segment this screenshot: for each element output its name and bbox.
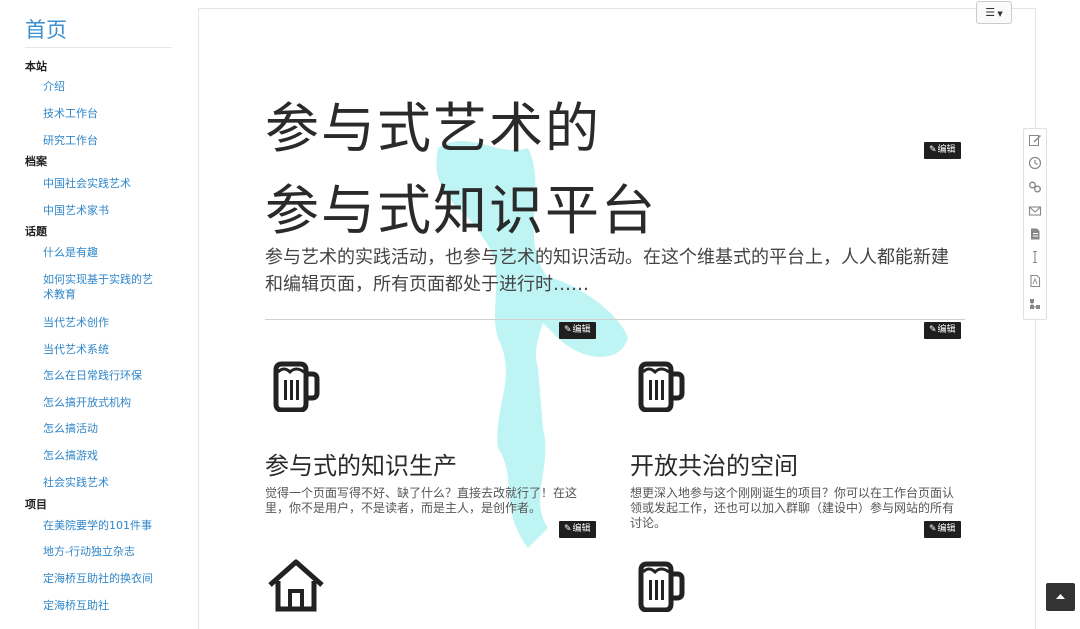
- edit-button[interactable]: ✎编辑: [924, 322, 961, 339]
- edit-label: 编辑: [937, 524, 956, 534]
- sidebar-item-dinghaiqiao-clothes-room[interactable]: 定海桥互助社的换衣间: [43, 571, 163, 586]
- edit-label: 编辑: [572, 325, 591, 335]
- chevron-up-icon: [1056, 594, 1065, 599]
- edit-label: 编辑: [572, 524, 591, 534]
- sidebar-item-daily-environment[interactable]: 怎么在日常践行环保: [43, 368, 163, 383]
- sidebar-item-intro[interactable]: 介绍: [43, 79, 163, 94]
- hero-title-line2: 参与式知识平台: [265, 179, 657, 242]
- scroll-to-top-button[interactable]: [1046, 583, 1075, 611]
- sidebar-item-contemporary-creation[interactable]: 当代艺术创作: [43, 315, 163, 330]
- hero-description: 参与艺术的实践活动，也参与艺术的知识活动。在这个维基式的平台上，人人都能新建和编…: [265, 247, 949, 295]
- edit-icon[interactable]: [1028, 133, 1042, 147]
- sidebar: 首页 本站 介绍 技术工作台 研究工作台 档案 中国社会实践艺术 中国艺术家书 …: [0, 0, 190, 620]
- sidebar-item-tech-workbench[interactable]: 技术工作台: [43, 106, 163, 121]
- history-icon[interactable]: [1028, 156, 1042, 170]
- pdf-icon[interactable]: [1028, 274, 1042, 288]
- sidebar-home-link[interactable]: 首页: [25, 14, 67, 44]
- hero-title-line1: 参与式艺术的: [265, 97, 601, 160]
- sidebar-item-artist-books[interactable]: 中国艺术家书: [43, 203, 163, 218]
- file-icon[interactable]: [1028, 227, 1042, 241]
- sidebar-section-site: 本站: [25, 60, 47, 73]
- pencil-icon: ✎: [929, 145, 937, 155]
- sidebar-item-games[interactable]: 怎么搞游戏: [43, 448, 163, 463]
- card-text: 想更深入地参与这个刚刚诞生的项目？你可以在工作台页面认领或发起工作，还也可以加入…: [630, 486, 955, 530]
- sitemap-icon[interactable]: [1028, 297, 1042, 311]
- chevron-down-icon: ▼: [995, 10, 1003, 18]
- sidebar-item-social-practice-art[interactable]: 社会实践艺术: [43, 475, 163, 490]
- sidebar-item-social-practice-art-china[interactable]: 中国社会实践艺术: [43, 176, 163, 191]
- sidebar-item-practice-education[interactable]: 如何实现基于实践的艺术教育: [43, 272, 163, 302]
- toc-dropdown-button[interactable]: ☰ ▼: [976, 1, 1012, 24]
- edit-button[interactable]: ✎编辑: [924, 521, 961, 538]
- edit-button[interactable]: ✎编辑: [924, 142, 961, 159]
- edit-label: 编辑: [937, 145, 956, 155]
- divider: [25, 47, 172, 48]
- card-text: 觉得一个页面写得不好、缺了什么？直接去改就行了！在这里，你不是用户，不是读者，而…: [265, 486, 578, 515]
- page-tools-bar: [1023, 128, 1047, 320]
- beer-mug-icon: [273, 361, 320, 412]
- sidebar-item-research-workbench[interactable]: 研究工作台: [43, 133, 163, 148]
- sidebar-item-contemporary-system[interactable]: 当代艺术系统: [43, 342, 163, 357]
- sidebar-item-what-is-fun[interactable]: 什么是有趣: [43, 245, 163, 260]
- sidebar-item-events[interactable]: 怎么搞活动: [43, 421, 163, 436]
- divider: [265, 319, 965, 320]
- sidebar-section-projects: 项目: [25, 498, 47, 511]
- pencil-icon: ✎: [929, 524, 937, 534]
- sidebar-section-topics: 话题: [25, 225, 47, 238]
- home-icon: [268, 559, 324, 612]
- text-cursor-icon[interactable]: [1028, 250, 1042, 264]
- beer-mug-icon: [638, 361, 685, 412]
- sidebar-section-archive: 档案: [25, 155, 47, 168]
- card-title: 参与式的知识生产: [265, 452, 457, 480]
- pencil-icon: ✎: [929, 325, 937, 335]
- pencil-icon: ✎: [564, 325, 572, 335]
- link-icon[interactable]: [1028, 180, 1042, 194]
- pencil-icon: ✎: [564, 524, 572, 534]
- list-icon: ☰: [985, 6, 996, 19]
- sidebar-item-open-institution[interactable]: 怎么搞开放式机构: [43, 395, 163, 410]
- beer-mug-icon: [638, 561, 685, 612]
- sidebar-item-101-things[interactable]: 在美院要学的101件事: [43, 518, 163, 533]
- card-title: 开放共治的空间: [630, 452, 798, 480]
- edit-label: 编辑: [937, 325, 956, 335]
- edit-button[interactable]: ✎编辑: [559, 521, 596, 538]
- sidebar-item-dinghaiqiao-mutual-aid[interactable]: 定海桥互助社: [43, 598, 163, 613]
- mail-icon[interactable]: [1028, 204, 1042, 218]
- edit-button[interactable]: ✎编辑: [559, 322, 596, 339]
- sidebar-item-local-action-zine[interactable]: 地方-行动独立杂志: [43, 544, 163, 559]
